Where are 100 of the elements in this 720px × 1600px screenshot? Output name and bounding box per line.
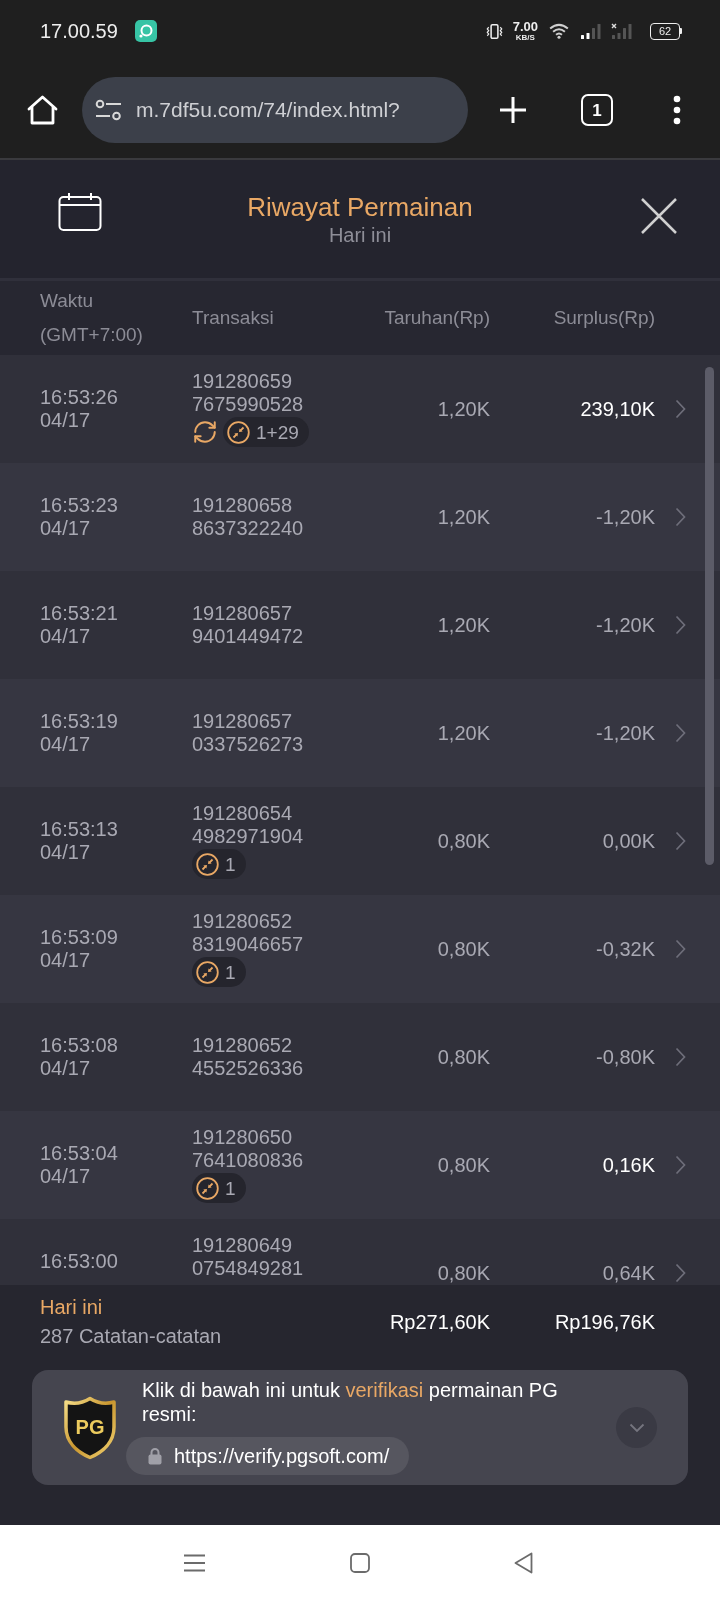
address-bar[interactable]: m.7df5u.com/74/index.html? <box>82 77 468 143</box>
transaction-id: 0754849281 <box>192 1257 304 1280</box>
date-text: 04/17 <box>40 625 91 648</box>
date-text: 04/17 <box>40 733 91 756</box>
plus-icon[interactable] <box>499 96 527 124</box>
table-row[interactable]: 16:53:21 04/17 191280657 9401449472 1,20K -1,20K <box>0 571 720 679</box>
time-text: 16:53:13 <box>40 818 118 841</box>
chevron-right-icon <box>675 831 686 851</box>
surplus-amount: -0,32K <box>596 937 655 961</box>
square-icon[interactable] <box>350 1552 370 1573</box>
transaction-id: 191280658 <box>192 494 293 517</box>
badge-count: 1 <box>225 1178 236 1198</box>
time-text: 16:53:00 <box>40 1250 118 1273</box>
table-row[interactable]: 16:53:19 04/17 191280657 0337526273 1,20K -1,20K <box>0 679 720 787</box>
badge-count: 1 <box>225 962 236 982</box>
app-notification-icon <box>134 20 157 42</box>
time-text: 16:53:26 <box>40 386 118 409</box>
table-row[interactable]: 16:53:08 04/17 191280652 4552526336 0,80K -0,80K <box>0 1003 720 1111</box>
date-text: 04/17 <box>40 1165 91 1188</box>
transaction-id: 4552526336 <box>192 1057 304 1080</box>
table-row[interactable]: 16:53:23 04/17 191280658 8637322240 1,20K -1,20K <box>0 463 720 571</box>
bet-amount: 0,80K <box>437 1045 490 1069</box>
speed-unit: KB/S <box>515 33 535 42</box>
wifi-icon <box>548 23 570 39</box>
total-bet: Rp271,60K <box>389 1310 490 1334</box>
transaction-id: 191280657 <box>192 710 293 733</box>
chevron-right-icon <box>675 1047 686 1067</box>
transaction-id: 191280652 <box>192 1034 293 1057</box>
surplus-amount: 0,00K <box>602 829 655 853</box>
bet-amount: 1,20K <box>437 397 490 421</box>
transaction-id: 191280649 <box>192 1234 293 1257</box>
compress-icon <box>196 960 219 984</box>
chevron-right-icon <box>675 1155 686 1175</box>
date-text: 04/17 <box>40 841 91 864</box>
dialog-title: Riwayat Permainan <box>247 191 473 223</box>
calendar-icon[interactable] <box>58 192 102 232</box>
transaction-id: 4982971904 <box>192 825 304 848</box>
bet-amount: 0,80K <box>437 937 490 961</box>
chevron-right-icon <box>675 1263 686 1283</box>
bet-amount: 1,20K <box>437 721 490 745</box>
refresh-icon <box>192 419 218 445</box>
badge-count: 1 <box>225 854 236 874</box>
transaction-id: 191280654 <box>192 802 293 825</box>
battery-level: 62 <box>658 25 672 37</box>
site-settings-icon[interactable] <box>95 99 122 121</box>
date-text: 04/17 <box>40 409 91 432</box>
dialog-subtitle: Hari ini <box>328 223 392 247</box>
record-count: 287 Catatan-catatan <box>40 1324 222 1349</box>
column-header: Taruhan(Rp) <box>384 306 490 330</box>
transaction-id: 191280652 <box>192 910 293 933</box>
compress-icon <box>196 852 219 876</box>
table-row[interactable]: 16:53:26 04/17 191280659 7675990528 1+29 1,20K 239,10K <box>0 355 720 463</box>
bet-amount: 0,80K <box>437 1153 490 1177</box>
chevron-right-icon <box>675 615 686 635</box>
column-subheader: (GMT+7:00) <box>40 323 143 347</box>
time-text: 16:53:08 <box>40 1034 118 1057</box>
back-icon[interactable] <box>514 1551 533 1574</box>
table-row[interactable]: 16:53:00 191280649 0754849281 0,80K 0,64K <box>0 1219 720 1285</box>
bet-amount: 1,20K <box>437 505 490 529</box>
date-text: 04/17 <box>40 517 91 540</box>
chevron-down-icon <box>628 1422 645 1433</box>
badge-count: 1+29 <box>256 422 299 442</box>
verify-message: Klik di bawah ini untuk verifikasi permainan PG resmi: <box>141 1378 559 1426</box>
transaction-id: 7675990528 <box>192 393 304 416</box>
logo-text: PG <box>74 1415 106 1438</box>
clock-text: 17.00.59 <box>40 21 118 41</box>
surplus-amount: -1,20K <box>596 721 655 745</box>
bet-amount: 1,20K <box>437 613 490 637</box>
transaction-id: 0337526273 <box>192 733 304 756</box>
time-text: 16:53:19 <box>40 710 118 733</box>
no-signal-icon <box>611 23 632 39</box>
close-icon[interactable] <box>640 197 678 235</box>
menu-icon[interactable] <box>184 1553 205 1572</box>
table-row[interactable]: 16:53:09 04/17 191280652 8319046657 1 0,80K -0,32K <box>0 895 720 1003</box>
table-row[interactable]: 16:53:13 04/17 191280654 4982971904 1 0,80K 0,00K <box>0 787 720 895</box>
tab-switcher-button[interactable]: 1 <box>581 94 613 126</box>
transaction-id: 9401449472 <box>192 625 304 648</box>
transaction-id: 8637322240 <box>192 517 304 540</box>
column-header: Surplus(Rp) <box>553 306 655 330</box>
scrollbar[interactable] <box>705 367 714 865</box>
surplus-amount: -1,20K <box>596 505 655 529</box>
time-text: 16:53:09 <box>40 926 118 949</box>
verify-link[interactable]: https://verify.pgsoft.com/ <box>126 1437 410 1475</box>
transaction-id: 7641080836 <box>192 1149 304 1172</box>
date-text: 04/17 <box>40 1057 91 1080</box>
table-row[interactable]: 16:53:04 04/17 191280650 7641080836 1 0,80K 0,16K <box>0 1111 720 1219</box>
surplus-amount: -1,20K <box>596 613 655 637</box>
shield-icon <box>63 1395 117 1460</box>
chevron-right-icon <box>675 939 686 959</box>
more-icon[interactable] <box>673 95 681 125</box>
bet-amount: 0,80K <box>437 1261 490 1285</box>
time-text: 16:53:21 <box>40 602 118 625</box>
time-text: 16:53:23 <box>40 494 118 517</box>
transaction-id: 191280650 <box>192 1126 293 1149</box>
home-icon[interactable] <box>27 95 58 125</box>
total-surplus: Rp196,76K <box>554 1310 655 1334</box>
compress-icon <box>196 1176 219 1200</box>
surplus-amount: -0,80K <box>596 1045 655 1069</box>
network-speed: 7.00 <box>512 20 538 33</box>
surplus-amount: 0,64K <box>602 1261 655 1285</box>
